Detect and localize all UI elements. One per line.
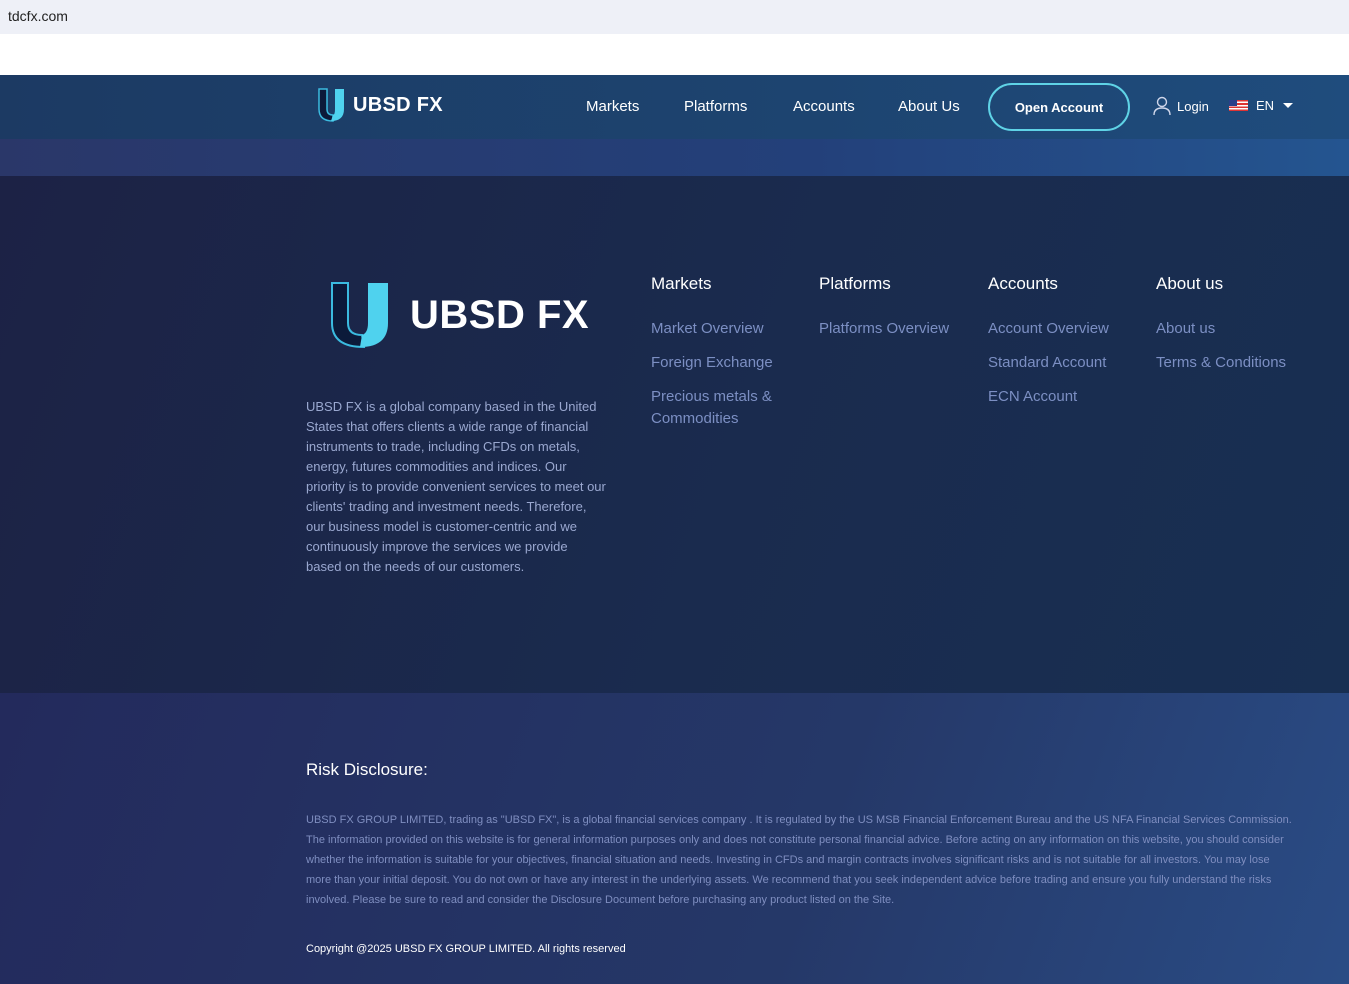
page-top-gap [0, 34, 1349, 75]
ubsd-logo-icon [331, 282, 388, 349]
language-selector[interactable]: EN [1229, 98, 1294, 113]
footer-brand-logo: UBSD FX [330, 281, 589, 349]
browser-url-bar[interactable]: tdcfx.com [0, 0, 1349, 34]
footer-column-markets: Markets Market Overview Foreign Exchange… [651, 274, 781, 442]
link-terms-conditions[interactable]: Terms & Conditions [1156, 352, 1286, 374]
column-title: Markets [651, 274, 712, 293]
nav-about-us[interactable]: About Us [898, 98, 960, 115]
login-label: Login [1177, 98, 1209, 114]
link-standard-account[interactable]: Standard Account [988, 352, 1109, 374]
footer-column-accounts: Accounts Account Overview Standard Accou… [988, 274, 1109, 420]
brand-name: UBSD FX [353, 93, 443, 116]
column-title: About us [1156, 274, 1224, 293]
nav-platforms[interactable]: Platforms [684, 98, 747, 115]
nav-accounts[interactable]: Accounts [793, 98, 855, 115]
link-account-overview[interactable]: Account Overview [988, 318, 1109, 340]
caret-down-icon [1283, 103, 1294, 108]
footer-brand-name: UBSD FX [410, 292, 590, 337]
company-description: UBSD FX is a global company based in the… [306, 399, 606, 574]
footer-main: UBSD FX UBSD FX is a global company base… [0, 176, 1349, 693]
footer-column-platforms: Platforms Platforms Overview [819, 274, 949, 352]
link-about-us[interactable]: About us [1156, 318, 1286, 340]
risk-disclosure-title: Risk Disclosure: [306, 760, 428, 779]
top-navigation: UBSD FX Markets Platforms Accounts About… [0, 75, 1349, 139]
login-link[interactable]: Login [1153, 96, 1209, 116]
column-title: Accounts [988, 274, 1058, 293]
column-title: Platforms [819, 274, 891, 293]
header-band [0, 139, 1349, 176]
url-text[interactable]: tdcfx.com [8, 8, 68, 24]
open-account-button[interactable]: Open Account [988, 83, 1130, 131]
nav-markets[interactable]: Markets [586, 98, 639, 115]
us-flag-icon [1229, 100, 1248, 111]
link-market-overview[interactable]: Market Overview [651, 318, 781, 340]
language-label: EN [1256, 98, 1275, 113]
user-icon [1153, 96, 1171, 116]
copyright-text: Copyright @2025 UBSD FX GROUP LIMITED. A… [306, 943, 626, 955]
link-precious-metals[interactable]: Precious metals & Commodities [651, 386, 781, 430]
ubsd-logo-icon [318, 88, 344, 122]
link-platforms-overview[interactable]: Platforms Overview [819, 318, 949, 340]
footer-legal: Risk Disclosure: UBSD FX GROUP LIMITED, … [0, 693, 1349, 984]
footer-column-about: About us About us Terms & Conditions [1156, 274, 1286, 386]
link-ecn-account[interactable]: ECN Account [988, 386, 1109, 408]
brand-logo[interactable]: UBSD FX [317, 87, 443, 123]
risk-disclosure-text: UBSD FX GROUP LIMITED, trading as "UBSD … [306, 814, 1292, 906]
link-foreign-exchange[interactable]: Foreign Exchange [651, 352, 781, 374]
